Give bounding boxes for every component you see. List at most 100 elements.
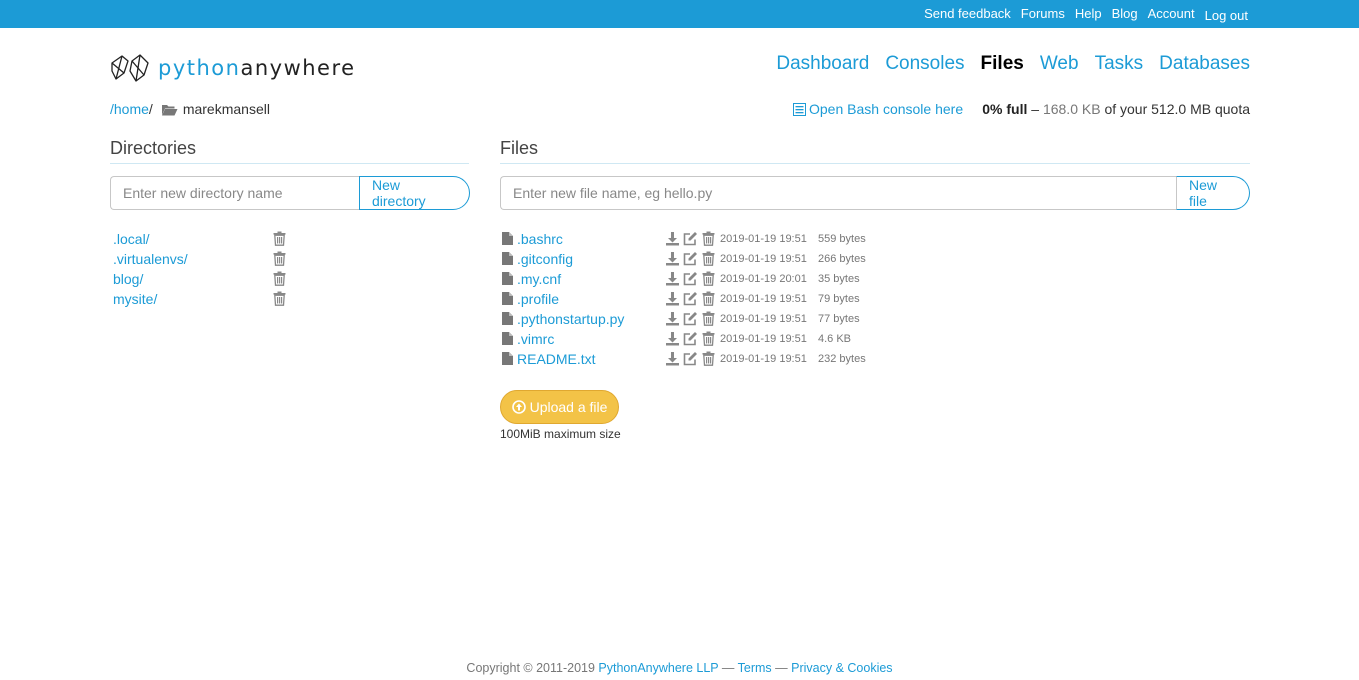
file-list: .bashrc 2019-01-19 19:51 559 bytes .gitconf… bbox=[500, 229, 880, 369]
file-size: 79 bytes bbox=[818, 293, 860, 305]
file-date: 2019-01-19 20:01 bbox=[720, 273, 807, 285]
file-link[interactable]: .bashrc bbox=[517, 231, 563, 247]
file-actions bbox=[665, 271, 716, 289]
trash-icon[interactable] bbox=[701, 291, 716, 309]
open-bash-console[interactable]: Open Bash console here bbox=[793, 101, 963, 117]
file-link[interactable]: README.txt bbox=[517, 351, 596, 367]
file-date: 2019-01-19 19:51 bbox=[720, 233, 807, 245]
file-link[interactable]: .my.cnf bbox=[517, 271, 561, 287]
list-item: .pythonstartup.py 2019-01-19 19:51 77 byte… bbox=[500, 309, 880, 329]
breadcrumb-current: marekmansell bbox=[182, 101, 270, 117]
directory-link[interactable]: mysite/ bbox=[113, 291, 157, 307]
download-icon[interactable] bbox=[665, 311, 680, 329]
list-item: .vimrc 2019-01-19 19:51 4.6 KB bbox=[500, 329, 880, 349]
edit-icon[interactable] bbox=[683, 311, 698, 329]
file-date: 2019-01-19 19:51 bbox=[720, 333, 807, 345]
quota-info: 0% full – 168.0 KB of your 512.0 MB quot… bbox=[982, 101, 1250, 117]
file-actions bbox=[665, 231, 716, 249]
trash-icon[interactable] bbox=[272, 231, 287, 249]
forums-link[interactable]: Forums bbox=[1021, 6, 1065, 23]
upload-file-label: Upload a file bbox=[529, 399, 608, 415]
nav-consoles[interactable]: Consoles bbox=[885, 53, 964, 75]
directories-title: Directories bbox=[110, 138, 469, 164]
edit-icon[interactable] bbox=[683, 351, 698, 369]
new-file-group: New file bbox=[500, 176, 1250, 210]
trash-icon[interactable] bbox=[701, 251, 716, 269]
help-link[interactable]: Help bbox=[1075, 6, 1102, 23]
download-icon[interactable] bbox=[665, 271, 680, 289]
nav-files[interactable]: Files bbox=[981, 53, 1024, 75]
send-feedback-link[interactable]: Send feedback bbox=[924, 6, 1011, 23]
top-links: Send feedback Forums Help Blog Account L… bbox=[924, 6, 1248, 23]
file-link[interactable]: .gitconfig bbox=[517, 251, 573, 267]
file-size: 266 bytes bbox=[818, 253, 866, 265]
file-size: 232 bytes bbox=[818, 353, 866, 365]
edit-icon[interactable] bbox=[683, 231, 698, 249]
file-date: 2019-01-19 19:51 bbox=[720, 313, 807, 325]
nav-dashboard[interactable]: Dashboard bbox=[776, 53, 869, 75]
nav-databases[interactable]: Databases bbox=[1159, 53, 1250, 75]
files-title: Files bbox=[500, 138, 1250, 164]
directory-link[interactable]: .virtualenvs/ bbox=[113, 251, 188, 267]
breadcrumb: /home / marekmansell bbox=[110, 101, 270, 117]
file-size: 559 bytes bbox=[818, 233, 866, 245]
directory-link[interactable]: blog/ bbox=[113, 271, 143, 287]
new-directory-group: New directory bbox=[110, 176, 470, 210]
trash-icon[interactable] bbox=[272, 291, 287, 309]
list-item: README.txt 2019-01-19 19:51 232 bytes bbox=[500, 349, 880, 369]
trash-icon[interactable] bbox=[701, 351, 716, 369]
list-icon bbox=[793, 102, 806, 116]
footer-separator: — bbox=[718, 661, 738, 675]
quota-rest: of your 512.0 MB quota bbox=[1100, 101, 1250, 117]
new-directory-input[interactable] bbox=[110, 176, 359, 210]
trash-icon[interactable] bbox=[272, 271, 287, 289]
file-date: 2019-01-19 19:51 bbox=[720, 353, 807, 365]
top-bar: Send feedback Forums Help Blog Account L… bbox=[0, 0, 1359, 28]
footer-company-link[interactable]: PythonAnywhere LLP bbox=[598, 661, 718, 675]
list-item: .virtualenvs/ bbox=[113, 249, 293, 269]
file-actions bbox=[665, 311, 716, 329]
quota-used: 168.0 KB bbox=[1042, 101, 1101, 117]
download-icon[interactable] bbox=[665, 231, 680, 249]
nav-tasks[interactable]: Tasks bbox=[1095, 53, 1144, 75]
new-directory-button[interactable]: New directory bbox=[359, 176, 470, 210]
logo[interactable]: pythonanywhere bbox=[110, 53, 356, 83]
trash-icon[interactable] bbox=[701, 271, 716, 289]
account-link[interactable]: Account bbox=[1148, 6, 1195, 23]
new-file-button[interactable]: New file bbox=[1176, 176, 1250, 210]
list-item: .profile 2019-01-19 19:51 79 bytes bbox=[500, 289, 880, 309]
footer-privacy-link[interactable]: Privacy & Cookies bbox=[791, 661, 892, 675]
upload-file-button[interactable]: Upload a file bbox=[500, 390, 619, 424]
download-icon[interactable] bbox=[665, 251, 680, 269]
nav-web[interactable]: Web bbox=[1040, 53, 1079, 75]
blog-link[interactable]: Blog bbox=[1112, 6, 1138, 23]
trash-icon[interactable] bbox=[701, 331, 716, 349]
file-actions bbox=[665, 251, 716, 269]
edit-icon[interactable] bbox=[683, 271, 698, 289]
edit-icon[interactable] bbox=[683, 291, 698, 309]
trash-icon[interactable] bbox=[701, 231, 716, 249]
edit-icon[interactable] bbox=[683, 251, 698, 269]
open-bash-console-link[interactable]: Open Bash console here bbox=[809, 101, 963, 117]
pythonanywhere-logo-icon bbox=[111, 54, 149, 82]
logout-link[interactable]: Log out bbox=[1205, 8, 1248, 23]
breadcrumb-home-link[interactable]: /home bbox=[110, 101, 149, 117]
footer-terms-link[interactable]: Terms bbox=[738, 661, 772, 675]
file-size: 35 bytes bbox=[818, 273, 860, 285]
download-icon[interactable] bbox=[665, 331, 680, 349]
trash-icon[interactable] bbox=[701, 311, 716, 329]
file-link[interactable]: .vimrc bbox=[517, 331, 554, 347]
edit-icon[interactable] bbox=[683, 331, 698, 349]
new-file-input[interactable] bbox=[500, 176, 1176, 210]
footer-copyright: Copyright © 2011-2019 bbox=[466, 661, 599, 675]
download-icon[interactable] bbox=[665, 291, 680, 309]
file-icon bbox=[502, 272, 513, 288]
directory-link[interactable]: .local/ bbox=[113, 231, 150, 247]
file-date: 2019-01-19 19:51 bbox=[720, 293, 807, 305]
upload-circle-icon bbox=[511, 400, 526, 414]
download-icon[interactable] bbox=[665, 351, 680, 369]
file-link[interactable]: .pythonstartup.py bbox=[517, 311, 624, 327]
folder-open-icon bbox=[161, 104, 178, 115]
trash-icon[interactable] bbox=[272, 251, 287, 269]
file-link[interactable]: .profile bbox=[517, 291, 559, 307]
